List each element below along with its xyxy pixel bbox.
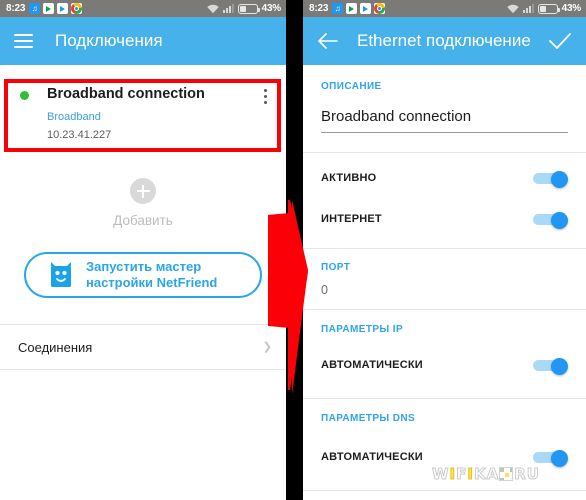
chrome-icon: [71, 3, 83, 14]
dns-auto-toggle[interactable]: [533, 449, 568, 467]
ip-params-section: ПАРАМЕТРЫ IP: [303, 310, 586, 335]
dns-auto-toggle-row[interactable]: АВТОМАТИЧЕСКИ: [303, 436, 586, 477]
dns-params-section: ПАРАМЕТРЫ DNS: [303, 399, 586, 424]
play-store-icon: [43, 3, 55, 14]
music-app-icon: ♫: [332, 3, 344, 14]
play-movies-icon: [57, 3, 69, 14]
plus-circle-icon: [130, 178, 156, 204]
description-label: ОПИСАНИЕ: [321, 81, 382, 92]
chrome-icon: [374, 3, 386, 14]
internet-toggle-label: ИНТЕРНЕТ: [321, 212, 382, 225]
play-store-icon: [346, 3, 358, 14]
connection-type: Broadband: [47, 111, 101, 123]
active-toggle[interactable]: [533, 170, 568, 188]
right-app-bar: Ethernet подключение: [303, 17, 586, 65]
internet-toggle[interactable]: [533, 211, 568, 229]
signal-icon: [222, 4, 234, 13]
divider: [303, 490, 586, 491]
right-content: ОПИСАНИЕ Broadband connection АКТИВНО ИН…: [303, 65, 586, 500]
connections-row[interactable]: Соединения ❯: [0, 325, 286, 369]
status-dot-icon: [20, 91, 29, 100]
chevron-right-icon: ❯: [262, 340, 272, 353]
battery-percent: 43%: [261, 3, 282, 14]
page-title: Подключения: [55, 31, 163, 50]
description-input[interactable]: Broadband connection: [321, 94, 568, 133]
screenshot-root: 8:23 ♫ 43% Подключения Broadband connect…: [0, 0, 586, 500]
status-bar-left: 8:23 ♫ 43%: [0, 0, 286, 17]
page-title: Ethernet подключение: [357, 31, 531, 50]
ip-params-label: ПАРАМЕТРЫ IP: [321, 324, 404, 335]
status-app-icons: ♫: [29, 3, 83, 14]
play-movies-icon: [360, 3, 372, 14]
ip-auto-toggle-label: АВТОМАТИЧЕСКИ: [321, 358, 423, 371]
active-toggle-label: АКТИВНО: [321, 171, 377, 184]
internet-toggle-row[interactable]: ИНТЕРНЕТ: [303, 198, 586, 239]
port-section[interactable]: ПОРТ 0: [303, 249, 586, 309]
add-connection-label: Добавить: [113, 213, 173, 228]
dns-auto-toggle-label: АВТОМАТИЧЕСКИ: [321, 450, 423, 463]
add-connection-button[interactable]: Добавить: [0, 178, 286, 228]
netfriend-button-wrap: Запустить мастер настройки NetFriend: [0, 252, 286, 298]
connection-header-row: Broadband connection: [14, 85, 272, 104]
port-value: 0: [321, 283, 328, 297]
battery-percent: 43%: [561, 3, 582, 14]
description-section: ОПИСАНИЕ Broadband connection: [303, 65, 586, 133]
port-label: ПОРТ: [321, 262, 351, 273]
netfriend-button-label: Запустить мастер настройки NetFriend: [86, 259, 217, 291]
divider: [0, 369, 286, 370]
checkmark-icon[interactable]: [548, 29, 572, 53]
dns-params-label: ПАРАМЕТРЫ DNS: [321, 413, 416, 424]
hamburger-icon[interactable]: [14, 34, 33, 48]
connections-row-label: Соединения: [18, 339, 93, 355]
status-bar-right: 8:23 ♫ 43%: [303, 0, 586, 17]
connection-ip: 10.23.41.227: [47, 129, 112, 141]
divider: [303, 152, 586, 153]
netfriend-robot-icon: [48, 261, 74, 289]
status-app-icons: ♫: [332, 3, 386, 14]
status-system-icons: 43%: [506, 3, 582, 14]
wifi-icon: [206, 4, 219, 14]
status-system-icons: 43%: [206, 3, 282, 14]
battery-icon: [237, 3, 260, 14]
left-phone-screen: 8:23 ♫ 43% Подключения Broadband connect…: [0, 0, 286, 500]
wifi-icon: [506, 4, 519, 14]
signal-icon: [522, 4, 534, 13]
ip-auto-toggle-row[interactable]: АВТОМАТИЧЕСКИ: [303, 344, 586, 385]
netfriend-label-line1: Запустить мастер: [86, 259, 202, 274]
status-clock: 8:23: [309, 3, 329, 14]
left-app-bar: Подключения: [0, 17, 286, 65]
battery-icon: [537, 3, 560, 14]
left-content: Broadband connection Broadband 10.23.41.…: [0, 73, 286, 500]
connection-list-item[interactable]: Broadband connection Broadband 10.23.41.…: [0, 73, 286, 156]
connection-name: Broadband connection: [47, 86, 205, 102]
netfriend-wizard-button[interactable]: Запустить мастер настройки NetFriend: [24, 252, 262, 298]
right-phone-screen: 8:23 ♫ 43% Ethernet подключение ОПИСАНИЕ…: [303, 0, 586, 500]
status-clock: 8:23: [6, 3, 26, 14]
netfriend-label-line2: настройки NetFriend: [86, 275, 218, 290]
ip-auto-toggle[interactable]: [533, 357, 568, 375]
back-arrow-icon[interactable]: [317, 30, 339, 52]
active-toggle-row[interactable]: АКТИВНО: [303, 157, 586, 198]
kebab-menu-icon[interactable]: [258, 85, 272, 104]
music-app-icon: ♫: [29, 3, 41, 14]
